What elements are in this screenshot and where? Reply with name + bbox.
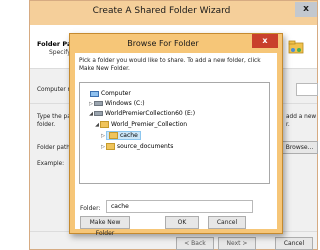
next-button[interactable]: Next > [218, 237, 256, 250]
shared-folder-icon [288, 40, 304, 54]
new-folder-hint: add a new r. [286, 114, 316, 129]
folder-icon [109, 132, 118, 139]
make-new-folder-button[interactable]: Make New Folder [80, 216, 130, 237]
type-path-label-line2: folder. [37, 121, 56, 128]
folder-icon [100, 121, 109, 128]
folder-label: Folder: [80, 205, 101, 212]
tree-item-label: WorldPremierCollection60 (E:) [105, 110, 196, 117]
tree-item-label: source_documents [117, 143, 174, 150]
computer-name-field[interactable] [296, 83, 318, 96]
tree-item-cache[interactable]: ▷ cache [100, 131, 141, 140]
selected-item-highlight: cache [106, 131, 141, 140]
folder-path-label: Folder path: [37, 145, 72, 151]
tree-item-source-documents[interactable]: ▷ source_documents [100, 142, 173, 151]
tree-item-label: Computer [101, 90, 131, 97]
dialog-title-bar[interactable]: Browse For Folder x [70, 34, 282, 52]
folder-tree[interactable]: Computer ▷ Windows (C:) ◢ WorldPremierColl… [79, 82, 270, 184]
dialog-button-row: Make New Folder OK Cancel [75, 216, 277, 237]
tree-item-world-premier-drive[interactable]: ◢ WorldPremierCollection60 (E:) [88, 109, 195, 118]
dialog-title: Browse For Folder [127, 39, 199, 48]
dialog-body: Pick a folder you would like to share. T… [75, 53, 277, 237]
folder-icon [106, 143, 115, 150]
wizard-cancel-button[interactable]: Cancel [275, 237, 313, 250]
ok-button[interactable]: OK [165, 216, 199, 229]
tree-item-computer[interactable]: Computer [84, 89, 131, 98]
folder-name-field[interactable]: cache [106, 200, 253, 213]
tree-item-windows-drive[interactable]: ▷ Windows (C:) [88, 99, 145, 108]
drive-icon [94, 101, 103, 106]
new-folder-hint-line2: r. [286, 121, 290, 128]
wizard-header-subtitle: Specify [49, 49, 71, 56]
tree-item-label: World_Premier_Collection [111, 121, 188, 128]
computer-icon [90, 90, 99, 97]
new-folder-hint-line1: add a new [286, 114, 317, 120]
tree-item-label: cache [120, 132, 138, 139]
wizard-close-button[interactable]: x [295, 2, 317, 17]
type-path-label: Type the pa folder. [37, 114, 71, 129]
wizard-title: Create A Shared Folder Wizard [92, 6, 231, 16]
wizard-title-bar[interactable]: Create A Shared Folder Wizard x [30, 1, 317, 25]
back-button[interactable]: < Back [176, 237, 214, 250]
type-path-label-line1: Type the pa [37, 114, 71, 120]
tree-item-label: Windows (C:) [105, 100, 145, 107]
drive-icon [94, 111, 103, 116]
dialog-close-button[interactable]: x [252, 34, 278, 48]
screen: Create A Shared Folder Wizard x Folder P… [0, 0, 318, 250]
dialog-cancel-button[interactable]: Cancel [208, 216, 246, 229]
example-label: Example: [37, 161, 65, 167]
dialog-instructions: Pick a folder you would like to share. T… [79, 58, 261, 72]
browse-for-folder-dialog: Browse For Folder x Pick a folder you wo… [69, 33, 283, 237]
browse-button[interactable]: Browse... [281, 141, 318, 154]
tree-item-world-premier-collection[interactable]: ◢ World_Premier_Collection [94, 120, 187, 129]
